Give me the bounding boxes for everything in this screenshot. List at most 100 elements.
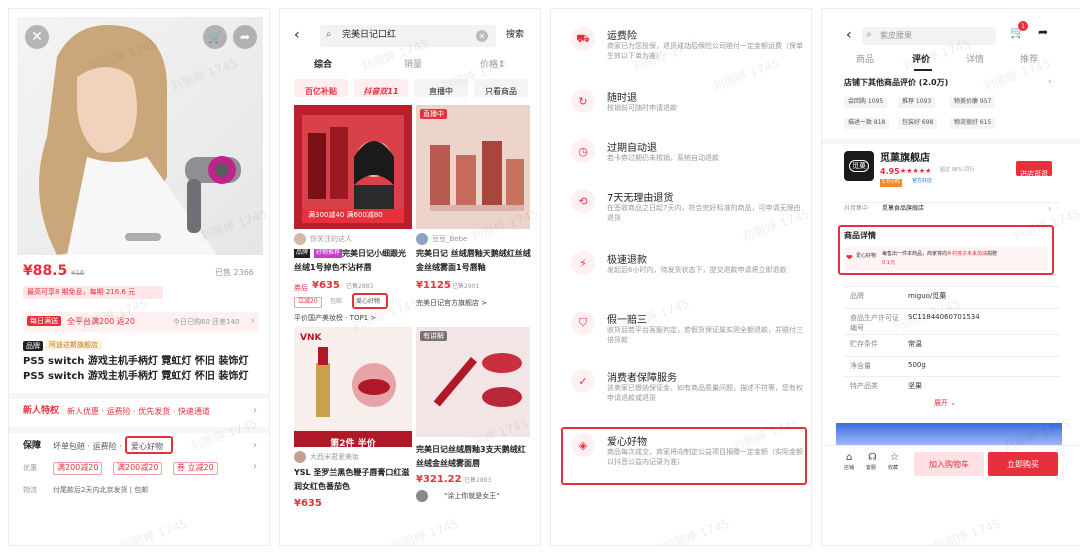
avatar <box>294 233 306 245</box>
card2-sold: 已售2901 <box>452 283 480 290</box>
expand-button[interactable]: 展开 ⌄ <box>934 399 956 407</box>
tab-product[interactable]: 商品 <box>856 55 874 65</box>
watermark: 刘丽婷 1745 <box>389 516 461 546</box>
card2-shop[interactable]: 完美日记官方旗舰店 > <box>416 299 487 307</box>
favorite-icon-label: 收藏 <box>888 465 899 471</box>
product-title-line2: PS5 switch 游戏主机手柄灯 霓虹灯 怀旧 装饰灯 <box>23 371 249 382</box>
brand-badge: 品牌 <box>23 341 43 352</box>
service-description: 商家已为您投保，退货成功后保险公司赔付一定金额运费（保单生效以下单为准） <box>607 42 803 61</box>
card2-live-badge: 直播中 <box>420 109 447 120</box>
watermark: 刘丽婷 1745 <box>118 516 190 546</box>
chip-products-only[interactable]: 只看商品 <box>474 79 528 97</box>
card4-badge: 有讲解 <box>420 331 447 342</box>
shop-logo[interactable]: 觅菓 <box>844 151 874 181</box>
product-card-image-3[interactable]: VNK 第2件 半价 <box>294 327 412 447</box>
buy-now-button[interactable]: 立即购买 <box>988 452 1058 476</box>
shop-icon-label: 店铺 <box>844 465 855 471</box>
search-input[interactable]: ⌕ 紫皮腰果 <box>862 27 996 45</box>
tab-recommend[interactable]: 推荐 <box>1020 55 1038 65</box>
chevron-right-icon[interactable]: › <box>1048 77 1052 87</box>
tab-price[interactable]: 价格↕ <box>480 60 506 70</box>
card1-tag-freeship: 包邮 <box>330 298 343 305</box>
search-results-panel: ‹ ⌕ 完美日记口红 ✕ 搜索 综合 销量 价格↕ 百亿补贴 抖音双11 直播中… <box>279 8 541 546</box>
card1-title[interactable]: 完美日记小细跟光丝绒1号掉色不沾杯唇 <box>294 247 412 275</box>
service-icon[interactable]: ☊ <box>868 452 877 464</box>
chevron-right-icon: › <box>253 461 257 472</box>
clear-icon[interactable]: ✕ <box>476 30 488 42</box>
chip-double11[interactable]: 抖音双11 <box>354 79 408 97</box>
service-title: 极速退款 <box>607 255 647 266</box>
coupon-2[interactable]: 满200减20 <box>113 462 163 475</box>
search-input[interactable]: ⌕ 完美日记口红 ✕ <box>320 25 496 47</box>
refresh-icon: ↻ <box>571 89 595 113</box>
spec-value: miguo/觅菓 <box>908 292 947 300</box>
search-button[interactable]: 搜索 <box>506 30 524 40</box>
service-title: 7天无理由退货 <box>607 193 674 204</box>
review-tag[interactable]: 推荐 1093 <box>898 97 936 108</box>
tab-sales[interactable]: 销量 <box>404 60 422 70</box>
service-title: 假一赔三 <box>607 315 647 326</box>
product-title-line1: PS5 switch 游戏主机手柄灯 霓虹灯 怀旧 装饰灯 <box>23 356 249 367</box>
card1-price-label: 券后 <box>294 284 308 292</box>
product-card-image-1[interactable]: 满300减40 满600减80 <box>294 105 412 229</box>
daily-text: 全平台满200 返20 <box>67 317 135 326</box>
shield-icon: ⛉ <box>571 311 595 335</box>
back-icon[interactable]: ‹ <box>846 27 852 43</box>
avatar <box>416 490 428 502</box>
bottom-action-bar: ⌂ 店铺 ☊ 客服 ☆ 收藏 加入购物车 立即购买 <box>822 445 1080 485</box>
star-icon[interactable]: ☆ <box>890 452 899 464</box>
card3-title[interactable]: YSL 圣罗兰黑色鞭子唇膏口红滋润女红色番茄色 <box>294 466 412 494</box>
cart-count-badge: 1 <box>1018 21 1028 31</box>
service-guarantee-panel: ⛟ 运费险 商家已为您投保，退货成功后保险公司赔付一定金额运费（保单生效以下单为准）… <box>550 8 812 546</box>
coupon-1[interactable]: 满200减20 <box>53 462 103 475</box>
product-card-image-4[interactable]: 有讲解 <box>416 327 530 437</box>
review-tag[interactable]: 描述一致 818 <box>844 118 890 129</box>
brand-row-value[interactable]: 觅菓食品旗舰店 <box>882 205 924 213</box>
chip-subsidy[interactable]: 百亿补贴 <box>294 79 348 97</box>
tab-details[interactable]: 详情 <box>966 55 984 65</box>
shop-icon[interactable]: ⌂ <box>846 452 852 464</box>
card2-title[interactable]: 完美日记 丝绒唇釉天鹅绒红丝绒金丝绒雾面1号唇釉 <box>416 247 532 275</box>
card4-comment: "涂上你就是女王" <box>444 492 500 500</box>
chevron-right-icon: › <box>253 405 257 416</box>
share-icon[interactable]: ➦ <box>233 25 257 49</box>
review-tag[interactable]: 包装好 698 <box>898 118 938 129</box>
brand-row-label: 抖音集中 <box>844 205 869 212</box>
card2-price: ¥1125 <box>416 280 451 291</box>
brand-shop[interactable]: 阿迪达斯旗舰店 <box>45 340 102 351</box>
daily-promo-bar[interactable]: 每日满送 全平台满200 返20 今日已购60 还差140 › <box>23 312 259 332</box>
add-to-cart-button[interactable]: 加入购物车 <box>914 452 984 476</box>
tab-comprehensive[interactable]: 综合 <box>314 60 332 70</box>
coupon-3[interactable]: 券 立减20 <box>173 462 218 475</box>
cart-icon[interactable]: 🛒 <box>203 25 227 49</box>
product-card-image-2[interactable]: 直播中 <box>416 105 530 229</box>
card4-title[interactable]: 完美日记丝绒唇釉3支天鹅绒红丝绒金丝绒雾面唇 <box>416 443 532 471</box>
review-tag[interactable]: 会回购 1095 <box>844 97 888 108</box>
chip-live[interactable]: 直播中 <box>414 79 468 97</box>
spec-key: 贮存条件 <box>850 340 878 348</box>
shop-rating-note: 超过 96% 同行 <box>940 167 975 173</box>
lightning-icon: ⚡ <box>571 251 595 275</box>
card1-rank[interactable]: 平价国产美妆榜 · TOP1 > <box>294 314 376 322</box>
spec-value: 常温 <box>908 340 922 348</box>
card1-tag-discount: 立减20 <box>294 297 322 308</box>
service-title: 随时退 <box>607 93 637 104</box>
close-icon[interactable]: ✕ <box>25 25 49 49</box>
back-icon[interactable]: ‹ <box>294 27 300 43</box>
newuser-text[interactable]: 新人优惠 · 运费险 · 优先发货 · 快速通道 <box>67 407 210 416</box>
review-tag[interactable]: 物流很好 615 <box>950 118 996 129</box>
tab-reviews[interactable]: 评价 <box>912 55 930 65</box>
search-icon: ⌕ <box>866 29 872 40</box>
share-icon[interactable]: ➦ <box>1038 25 1048 40</box>
sold-count: 已售 2366 <box>215 268 254 277</box>
review-tag[interactable]: 物美价廉 957 <box>950 97 996 108</box>
reviews-title: 店铺下其他商品评价 (2.0万) <box>844 78 949 87</box>
shop-name[interactable]: 觅菓旗舰店 <box>880 153 930 165</box>
installment-promo: 最高可享8 期免息，每期 216.6 元 <box>23 286 163 299</box>
spec-value: 500g <box>908 361 926 369</box>
watermark: 刘丽婷 1745 <box>981 56 1053 94</box>
check-shield-icon: ✓ <box>571 369 595 393</box>
service-title: 运费险 <box>607 31 637 42</box>
enter-shop-button[interactable]: 进店逛逛 <box>1016 161 1052 178</box>
guarantee-text[interactable]: 坏单包赔 · 运费险 · <box>53 442 122 451</box>
